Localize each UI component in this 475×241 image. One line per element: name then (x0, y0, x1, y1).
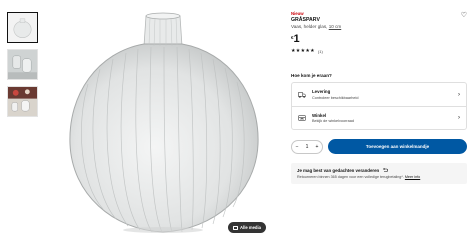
all-media-button[interactable]: Alle media (228, 222, 266, 233)
thumbnail-3[interactable] (7, 86, 38, 117)
return-icon (383, 168, 389, 172)
thumbnail-list (7, 12, 39, 123)
delivery-heading: Hoe kom je eraan? (291, 73, 332, 78)
product-description-text: Vaas, helder glas, (291, 24, 328, 29)
store-option[interactable]: Winkel Bekijk de winkelvoorraad › (292, 106, 466, 129)
return-policy-text: Retourneren binnen 365 dagen voor een vo… (297, 175, 461, 179)
product-price: € 1 (291, 34, 471, 45)
new-badge: Nieuw (291, 11, 304, 16)
add-to-cart-button[interactable]: Toevoegen aan winkelmandje (328, 139, 467, 154)
product-name: GRÅSPARV (291, 17, 320, 23)
vase-illustration (69, 12, 259, 233)
rating-stars: ★★★★★ (291, 48, 315, 54)
more-info-link[interactable]: Meer info (405, 175, 420, 179)
heart-icon[interactable]: ♡ (461, 11, 467, 19)
price-amount: 1 (293, 33, 300, 45)
quantity-value[interactable]: 1 (306, 144, 309, 150)
increase-quantity-button[interactable]: + (316, 144, 319, 150)
delivery-option-title: Levering (312, 89, 331, 95)
delivery-options: Levering Controleer beschikbaarheid › Wi… (291, 82, 467, 130)
decrease-quantity-button[interactable]: − (296, 144, 299, 150)
return-policy-header: Je mag best van gedachten veranderen (297, 168, 461, 173)
truck-icon (298, 92, 306, 98)
return-policy-title: Je mag best van gedachten veranderen (297, 168, 380, 173)
rating[interactable]: ★★★★★ (1) (291, 48, 471, 54)
product-image (58, 4, 270, 236)
delivery-option[interactable]: Levering Controleer beschikbaarheid › (292, 83, 466, 106)
rating-count: (1) (317, 48, 323, 54)
thumbnail-2[interactable] (7, 49, 38, 80)
all-media-label: Alle media (240, 225, 261, 230)
return-policy: Je mag best van gedachten veranderen Ret… (291, 163, 467, 184)
delivery-option-subtitle: Controleer beschikbaarheid (312, 95, 359, 100)
purchase-row: − 1 + Toevoegen aan winkelmandje (291, 139, 471, 154)
store-option-subtitle: Bekijk de winkelvoorraad (312, 119, 354, 124)
store-option-title: Winkel (312, 112, 327, 118)
product-description: Vaas, helder glas, 10 cm (291, 24, 471, 29)
thumbnail-1[interactable] (7, 12, 38, 43)
store-icon (298, 115, 306, 121)
chevron-right-icon: › (458, 115, 460, 121)
gallery-icon (233, 225, 238, 230)
product-info: Nieuw ♡ GRÅSPARV Vaas, helder glas, 10 c… (291, 11, 471, 184)
return-policy-body: Retourneren binnen 365 dagen voor een vo… (297, 175, 404, 179)
chevron-right-icon: › (458, 91, 460, 98)
product-size-link[interactable]: 10 cm (329, 24, 342, 29)
quantity-stepper: − 1 + (291, 139, 323, 154)
